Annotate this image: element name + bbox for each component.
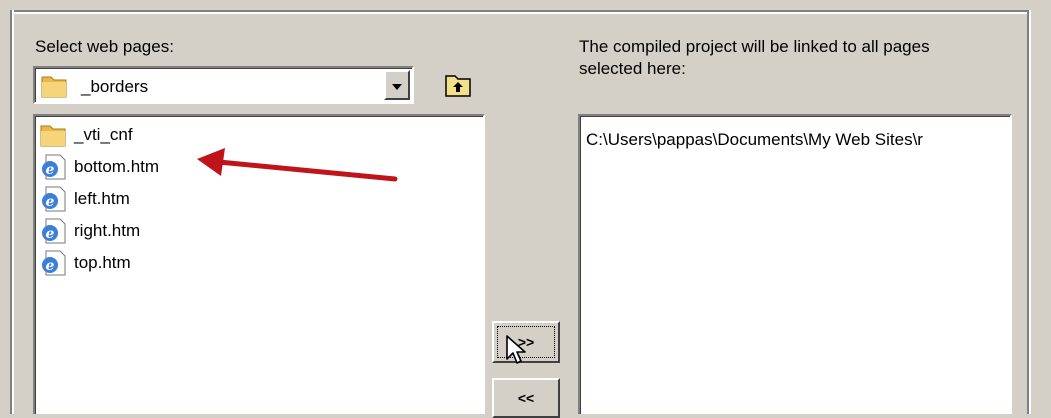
svg-text:e: e xyxy=(46,194,55,210)
list-item-label: bottom.htm xyxy=(74,157,160,176)
select-web-pages-label: Select web pages: xyxy=(35,37,174,56)
list-item[interactable]: e left.htm xyxy=(38,183,130,215)
add-button[interactable]: >> xyxy=(492,321,560,364)
list-item-label: top.htm xyxy=(74,253,131,272)
ie-page-icon: e xyxy=(38,249,68,277)
group-frame-right xyxy=(1027,10,1031,414)
dropdown-button[interactable] xyxy=(384,70,410,100)
svg-text:e: e xyxy=(46,162,55,178)
remove-button[interactable]: << xyxy=(492,378,560,418)
svg-text:e: e xyxy=(46,226,55,242)
mouse-cursor-icon xyxy=(506,335,526,364)
group-frame-left xyxy=(10,10,14,414)
combo-selected-value: _borders xyxy=(81,77,149,96)
list-item-label: left.htm xyxy=(74,189,130,208)
list-item-label: _vti_cnf xyxy=(74,125,133,144)
list-item[interactable]: e top.htm xyxy=(38,247,131,279)
up-one-level-button[interactable] xyxy=(444,72,472,98)
ie-page-icon: e xyxy=(38,153,68,181)
group-frame-top xyxy=(10,0,1031,14)
folder-icon xyxy=(38,121,68,149)
folder-up-icon xyxy=(444,75,472,102)
list-item[interactable]: _vti_cnf xyxy=(38,119,133,151)
ie-page-icon: e xyxy=(38,217,68,245)
compiled-project-label-line1: The compiled project will be linked to a… xyxy=(579,37,930,56)
chevron-down-icon xyxy=(392,75,402,95)
list-item[interactable]: e bottom.htm xyxy=(38,151,159,183)
remove-button-label: << xyxy=(517,390,535,406)
svg-text:e: e xyxy=(46,258,55,274)
folder-icon xyxy=(39,72,69,105)
list-item-label: right.htm xyxy=(74,221,141,240)
annotation-arrow-icon xyxy=(197,148,398,182)
folder-combobox[interactable]: _borders xyxy=(33,66,414,104)
ie-page-icon: e xyxy=(38,185,68,213)
selected-pages-list[interactable]: C:\Users\pappas\Documents\My Web Sites\r xyxy=(578,114,1012,414)
list-item[interactable]: C:\Users\pappas\Documents\My Web Sites\r xyxy=(586,130,923,150)
list-item[interactable]: e right.htm xyxy=(38,215,140,247)
compiled-project-label-line2: selected here: xyxy=(579,59,686,78)
